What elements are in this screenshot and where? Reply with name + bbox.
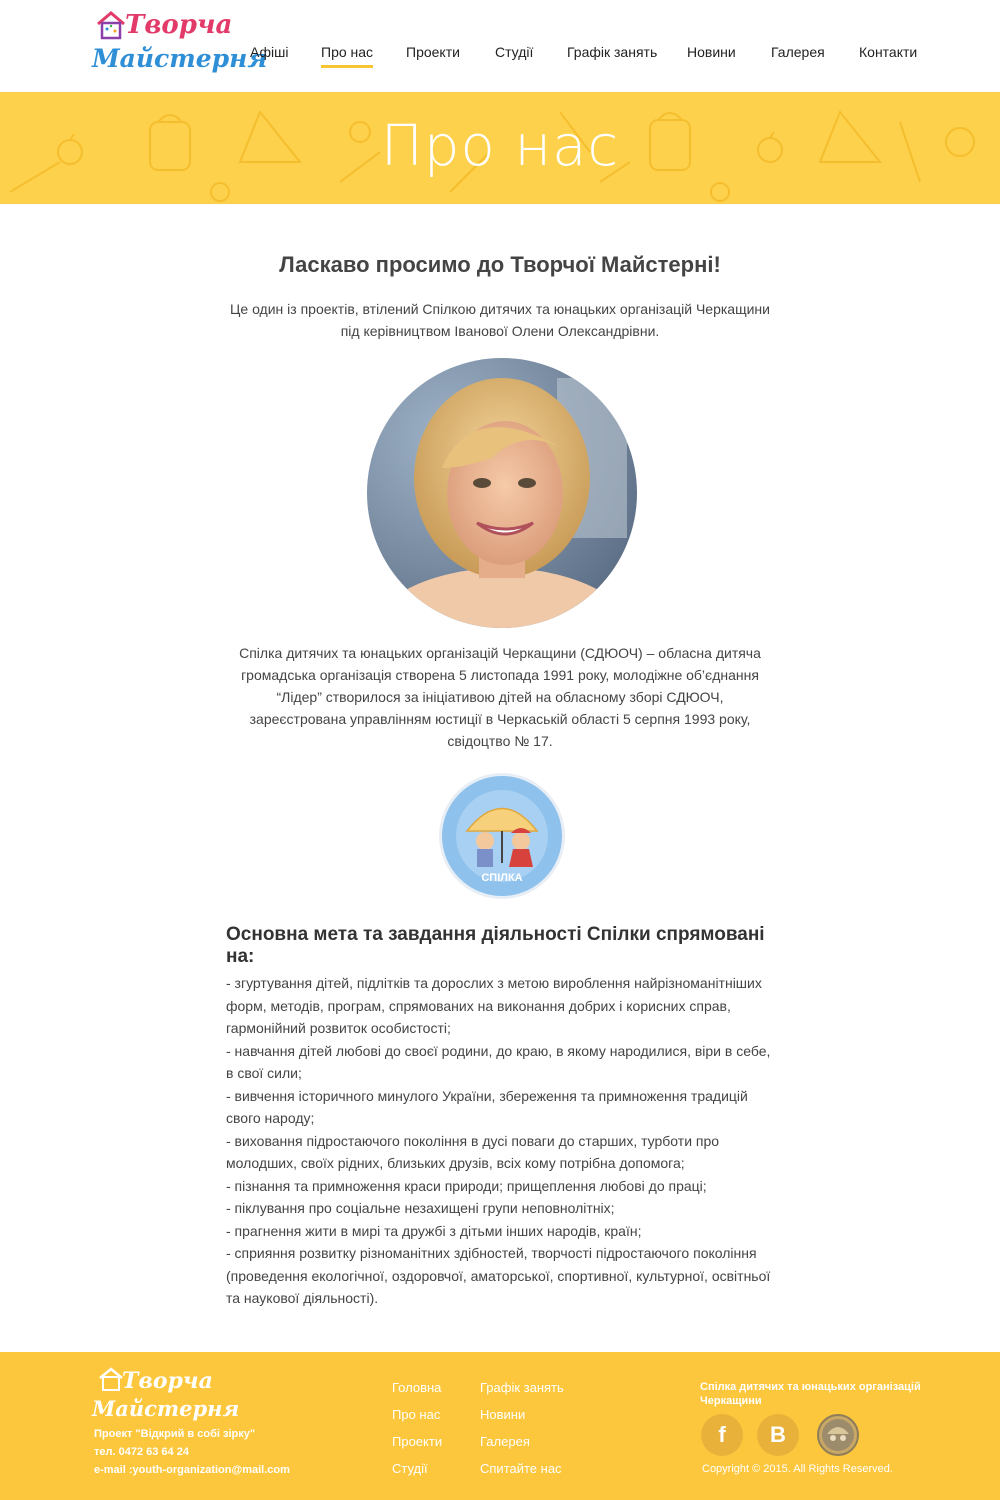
footer-link-news[interactable]: Новини — [480, 1407, 525, 1422]
page-title: Про нас — [380, 114, 620, 179]
nav-item-projects[interactable]: Проекти — [406, 44, 460, 60]
copyright-text: Copyright © 2015. All Rights Reserved. — [702, 1463, 893, 1475]
footer-logo[interactable]: Творча Майстерня — [92, 1366, 239, 1426]
nav-item-gallery[interactable]: Галерея — [771, 44, 825, 60]
union-logo: СПІЛКА — [437, 771, 567, 901]
nav-item-news[interactable]: Новини — [687, 44, 736, 60]
goal-item: - згуртування дітей, підлітків та доросл… — [226, 975, 762, 1036]
intro-line-1: Це один із проектів, втілений Спілкою ди… — [230, 301, 770, 317]
leader-portrait — [367, 358, 637, 628]
email-address[interactable]: e-mail :youth-organization@mail.com — [94, 1464, 290, 1476]
nav-item-contacts[interactable]: Контакти — [859, 44, 917, 60]
nav-item-studios[interactable]: Студії — [495, 44, 533, 60]
union-emblem-icon: СПІЛКА — [439, 773, 565, 899]
house-icon — [99, 1367, 123, 1391]
footer-link-gallery[interactable]: Галерея — [480, 1434, 530, 1449]
goal-item: - прагнення жити в мирі та дружбі з діть… — [226, 1222, 642, 1239]
footer-logo-line-2: Майстерня — [92, 1396, 240, 1421]
main-nav: Афіші Про нас Проекти Студії Графік заня… — [0, 44, 1000, 74]
union-badge-image — [822, 1419, 854, 1451]
intro-line-2: під керівництвом Іванової Олени Олександ… — [340, 323, 660, 339]
intro-text: Це один із проектів, втілений Спілкою ди… — [200, 298, 800, 342]
goal-item: - навчання дітей любові до своєї родини,… — [226, 1042, 771, 1082]
facebook-icon[interactable]: f — [701, 1414, 743, 1456]
goal-item: - пізнання та примноження краси природи;… — [226, 1177, 707, 1194]
nav-item-schedule[interactable]: Графік занять — [567, 44, 657, 60]
union-badge-icon[interactable] — [817, 1414, 859, 1456]
goal-item: - виховання підростаючого покоління в ду… — [226, 1132, 720, 1172]
nav-item-about[interactable]: Про нас — [321, 44, 374, 68]
welcome-heading: Ласкаво просимо до Творчої Майстерні! — [279, 252, 721, 277]
goal-item: - сприяння розвитку різноманітних здібно… — [226, 1245, 771, 1306]
footer-link-home[interactable]: Головна — [392, 1380, 441, 1395]
footer-link-schedule[interactable]: Графік занять — [480, 1380, 564, 1395]
nav-item-afishi[interactable]: Афіші — [250, 44, 288, 60]
union-description: Спілка дитячих та юнацьких організацій Ч… — [239, 645, 761, 749]
footer-link-projects[interactable]: Проекти — [392, 1434, 442, 1449]
phone-number: тел. 0472 63 64 24 — [94, 1446, 189, 1458]
site-header: Творча Майстерня Афіші Про нас Проекти С… — [0, 0, 1000, 92]
goals-heading: Основна мета та завдання діяльності Спіл… — [226, 924, 765, 967]
goal-item: - піклування про соціальне незахищені гр… — [226, 1200, 615, 1216]
portrait-image — [367, 358, 637, 628]
goal-item: - вивчення історичного минулого України,… — [226, 1087, 748, 1127]
union-logo-label: СПІЛКА — [481, 872, 522, 884]
goals-list: - згуртування дітей, підлітків та доросл… — [226, 972, 776, 1310]
footer-org-name: Спілка дитячих та юнацьких організацій Ч… — [700, 1381, 921, 1407]
page-banner: Про нас — [0, 92, 1000, 204]
footer-link-ask-us[interactable]: Спитайте нас — [480, 1461, 562, 1476]
vkontakte-icon[interactable]: B — [757, 1414, 799, 1456]
footer-link-studios[interactable]: Студії — [392, 1461, 428, 1476]
footer-logo-line-1: Творча — [122, 1368, 213, 1394]
footer-link-about[interactable]: Про нас — [392, 1407, 440, 1422]
project-name: Проект "Відкрий в собі зірку" — [94, 1428, 256, 1440]
house-icon — [97, 11, 125, 40]
logo-line-1: Творча — [125, 10, 233, 40]
